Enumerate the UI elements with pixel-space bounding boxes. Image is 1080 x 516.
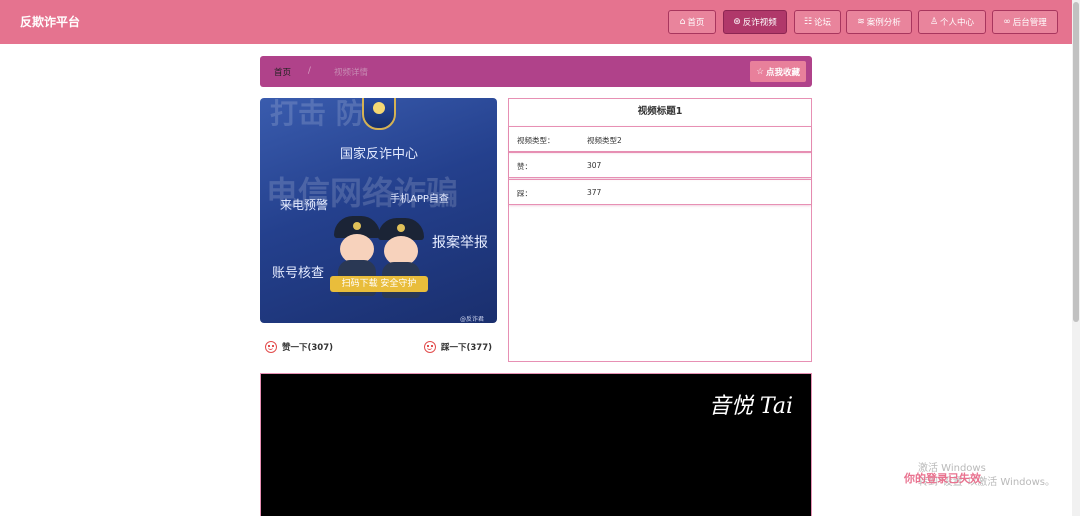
case-icon: ≋ (857, 16, 865, 27)
breadcrumb: 首页 / 视频详情 ☆ 点我收藏 (260, 56, 812, 87)
nav-case-label: 案例分析 (866, 18, 901, 28)
video-info-panel: 视频标题1 视频类型： 视频类型2 赞： 307 踩： 377 (508, 98, 812, 362)
star-icon: ☆ (756, 66, 764, 77)
cover-watermark: @反诈君 (460, 316, 485, 323)
nav-home-label: 首页 (687, 18, 705, 28)
cover-label-right-top: 手机APP自查 (390, 194, 449, 205)
nav-user-label: 个人中心 (940, 18, 975, 28)
cover-ribbon: 扫码下载 安全守护 (330, 276, 428, 292)
dislike-label: 踩一下(377) (441, 343, 493, 353)
info-key: 踩： (517, 189, 532, 198)
video-watermark: 音悦 Tai (708, 394, 793, 419)
breadcrumb-current: 视频详情 (334, 68, 369, 78)
nav-forum-label: 论坛 (814, 18, 832, 28)
dislike-button[interactable]: 踩一下(377) (424, 341, 492, 353)
nav-admin[interactable]: ∞ 后台管理 (992, 10, 1058, 34)
nav-home[interactable]: ⌂ 首页 (668, 10, 716, 34)
info-key: 视频类型： (517, 136, 555, 145)
video-player[interactable]: 音悦 Tai (260, 373, 812, 516)
home-icon: ⌂ (679, 16, 686, 27)
session-expired-toast: 你的登录已失效 (904, 472, 981, 485)
link-icon: ∞ (1003, 16, 1011, 27)
video-icon: ⊛ (733, 16, 741, 27)
nav-admin-label: 后台管理 (1012, 18, 1047, 28)
smile-icon (265, 341, 277, 353)
nav-video-label: 反诈视频 (742, 18, 777, 28)
nav-anti-fraud-video[interactable]: ⊛ 反诈视频 (723, 10, 787, 34)
nav-forum[interactable]: ☷ 论坛 (794, 10, 841, 34)
site-brand[interactable]: 反欺诈平台 (20, 13, 80, 30)
cover-label-right-mid: 报案举报 (432, 235, 488, 251)
favorite-button[interactable]: ☆ 点我收藏 (750, 61, 806, 82)
like-button[interactable]: 赞一下(307) (265, 341, 333, 353)
info-value: 377 (587, 188, 602, 197)
user-icon: ♙ (929, 16, 939, 27)
info-key: 赞： (517, 162, 532, 171)
page-scrollbar[interactable] (1072, 0, 1080, 516)
smile-icon (424, 341, 436, 353)
scrollbar-thumb[interactable] (1073, 2, 1079, 322)
cover-label-left-bottom: 账号核查 (272, 266, 325, 281)
breadcrumb-separator: / (308, 66, 311, 76)
cover-center-title: 国家反诈中心 (340, 147, 419, 162)
info-row-type: 视频类型： 视频类型2 (509, 126, 811, 152)
info-row-likes: 赞： 307 (509, 152, 811, 178)
breadcrumb-home[interactable]: 首页 (274, 66, 291, 78)
top-header: 反欺诈平台 ⌂ 首页 ⊛ 反诈视频 ☷ 论坛 ≋ 案例分析 ♙ 个人中心 ∞ 后… (0, 0, 1072, 44)
favorite-label: 点我收藏 (765, 67, 800, 78)
cover-label-left-top: 来电预警 (280, 198, 329, 212)
video-cover-image: 打击 防范 国家反诈中心 电信网络诈骗 来电预警 手机APP自查 报案举报 账号… (260, 98, 497, 323)
forum-icon: ☷ (803, 16, 813, 27)
video-title: 视频标题1 (637, 106, 683, 117)
info-value: 视频类型2 (587, 136, 622, 145)
nav-case-analysis[interactable]: ≋ 案例分析 (846, 10, 912, 34)
nav-personal-center[interactable]: ♙ 个人中心 (918, 10, 986, 34)
info-row-dislikes: 踩： 377 (509, 179, 811, 205)
police-badge-icon (362, 98, 396, 130)
like-label: 赞一下(307) (282, 343, 334, 353)
info-value: 307 (587, 161, 602, 170)
